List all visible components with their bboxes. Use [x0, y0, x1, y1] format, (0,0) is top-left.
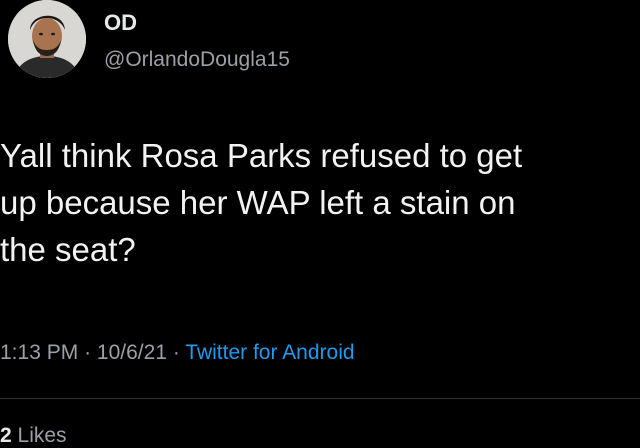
- meta-separator: ·: [84, 341, 92, 364]
- likes-count: 2: [0, 424, 12, 447]
- profile-photo-icon: [8, 0, 86, 78]
- tweet-text: Yall think Rosa Parks refused to get up …: [0, 137, 523, 268]
- tweet-date[interactable]: 10/6/21: [97, 341, 167, 364]
- tweet-time[interactable]: 1:13 PM: [0, 341, 78, 364]
- tweet-source-link[interactable]: Twitter for Android: [185, 341, 354, 364]
- tweet-meta: 1:13 PM · 10/6/21 · Twitter for Android: [0, 341, 355, 365]
- divider: [0, 398, 640, 399]
- likes-stat[interactable]: 2 Likes: [0, 424, 67, 448]
- user-handle[interactable]: @OrlandoDougla15: [104, 48, 290, 72]
- avatar[interactable]: [8, 0, 86, 78]
- meta-separator: ·: [172, 341, 180, 364]
- likes-label: Likes: [17, 424, 67, 447]
- display-name[interactable]: OD: [104, 10, 137, 36]
